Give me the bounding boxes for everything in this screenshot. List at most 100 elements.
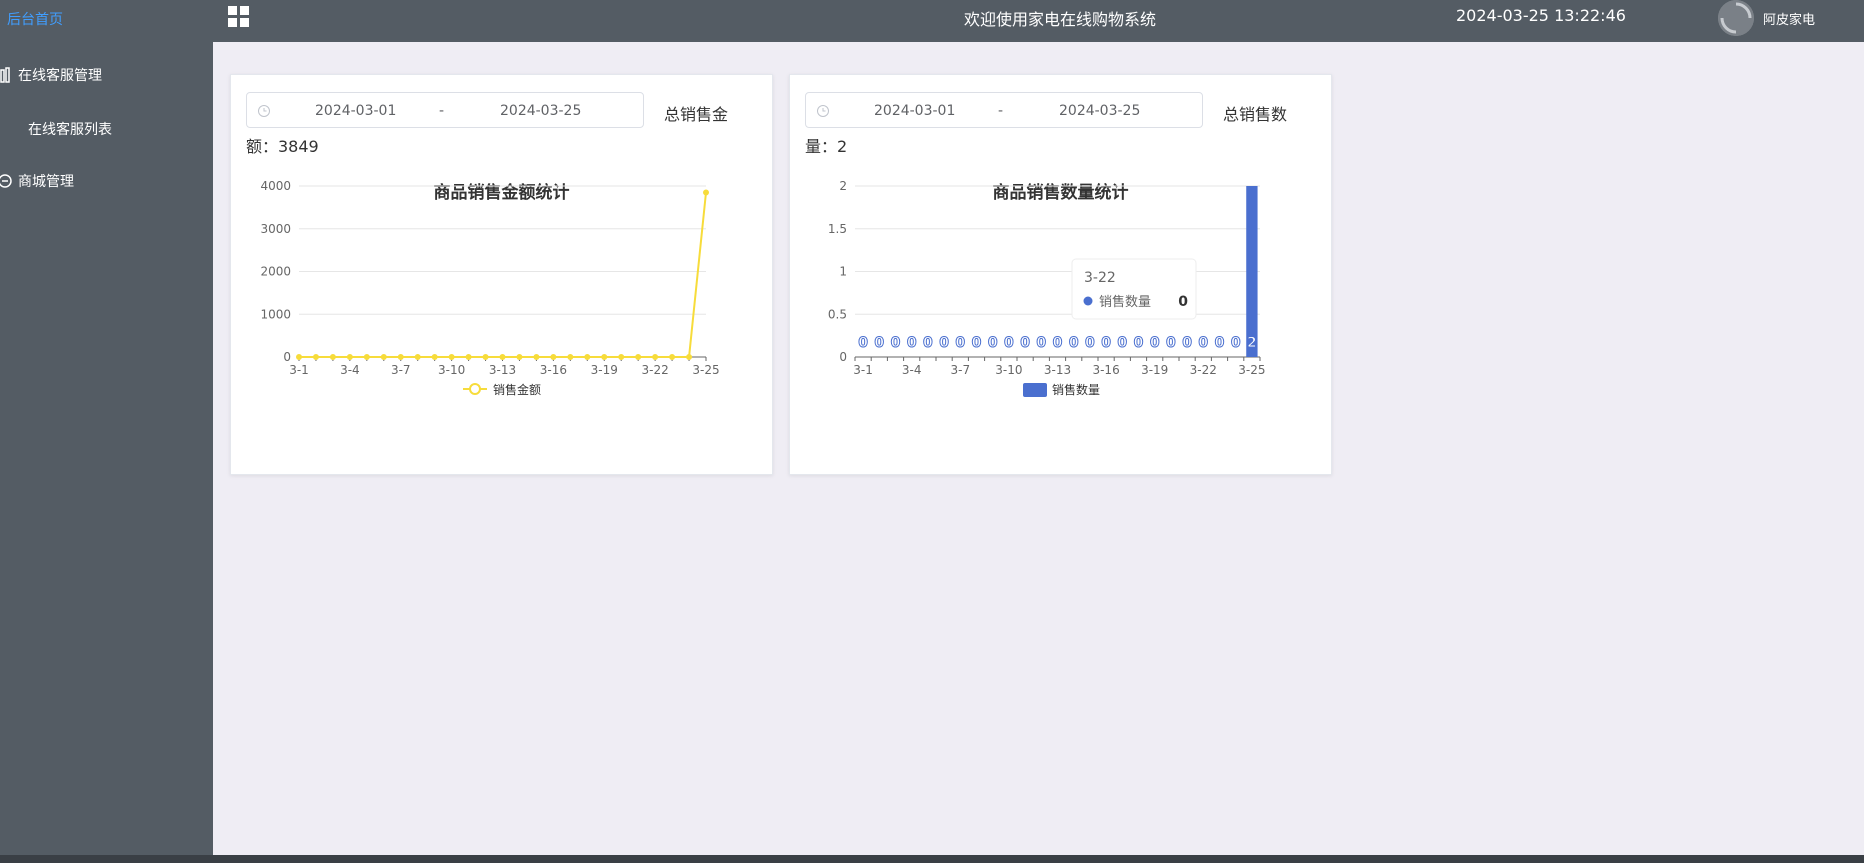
bar-data-label: 0 <box>1101 335 1111 351</box>
sidebar-item-mall[interactable]: 商城管理 <box>0 170 74 192</box>
total-sales-value: 额：3849 <box>246 137 319 156</box>
bar-data-label: 0 <box>907 335 917 351</box>
series-line <box>299 192 707 358</box>
bar-data-label: 0 <box>1198 335 1208 351</box>
y-tick-label: 2 <box>839 179 847 193</box>
bar-data-label: 0 <box>1085 335 1095 351</box>
data-point <box>329 354 336 360</box>
x-tick-label: 3-16 <box>1092 363 1119 377</box>
bottom-bar <box>0 855 1864 863</box>
sales-amount-card: 2024-03-01 - 2024-03-25 总销售金 额：3849 商品销售… <box>230 74 773 475</box>
tooltip-marker <box>1083 296 1093 306</box>
data-point <box>431 354 438 360</box>
x-tick-label: 3-4 <box>340 363 360 377</box>
date-separator: - <box>439 103 445 119</box>
y-tick-label: 1.5 <box>828 222 847 236</box>
start-date-input[interactable]: 2024-03-01 <box>874 103 955 119</box>
data-point <box>482 354 489 360</box>
date-range-picker[interactable]: 2024-03-01 - 2024-03-25 <box>805 92 1203 128</box>
x-tick-label: 3-7 <box>391 363 411 377</box>
bar <box>1246 186 1258 357</box>
date-range-picker[interactable]: 2024-03-01 - 2024-03-25 <box>246 92 644 128</box>
sidebar: 后台首页 在线客服管理 在线客服列表 商城管理 <box>0 0 213 863</box>
start-date-input[interactable]: 2024-03-01 <box>315 103 396 119</box>
bar-chart-icon <box>0 67 10 83</box>
sales-quantity-bar-chart: 商品销售数量统计00.511.520 0 0 0 0 0 0 0 0 0 0 0 0 0 0 0 0 0 0 0 0 0 0… <box>828 179 1266 397</box>
bar-data-label: 0 <box>1215 335 1225 351</box>
bar-data-label: 0 <box>874 335 884 351</box>
sidebar-item-customer-service[interactable]: 在线客服管理 <box>0 64 102 86</box>
data-point <box>516 354 523 360</box>
bar-data-label: 0 <box>858 335 868 351</box>
y-tick-label: 3000 <box>260 222 291 236</box>
avatar[interactable] <box>1718 0 1754 36</box>
bar-data-label: 0 <box>1150 335 1160 351</box>
bar-data-label: 0 <box>972 335 982 351</box>
bar-data-label: 0 <box>1182 335 1192 351</box>
clock-icon <box>258 105 270 117</box>
bar-data-label: 0 <box>923 335 933 351</box>
data-point <box>567 354 574 360</box>
date-separator: - <box>998 103 1004 119</box>
chart-title: 商品销售数量统计 <box>993 182 1129 203</box>
x-tick-label: 3-16 <box>540 363 567 377</box>
x-tick-label: 3-25 <box>1238 363 1265 377</box>
data-point <box>363 354 370 360</box>
bar-data-label: 0 <box>1117 335 1127 351</box>
end-date-input[interactable]: 2024-03-25 <box>500 103 581 119</box>
sidebar-item-label: 商城管理 <box>18 174 74 190</box>
x-tick-label: 3-1 <box>289 363 309 377</box>
minus-circle-icon <box>0 174 12 188</box>
y-tick-label: 4000 <box>260 179 291 193</box>
y-tick-label: 1 <box>839 265 847 279</box>
y-tick-label: 1000 <box>260 307 291 321</box>
bar-data-label: 0 <box>939 335 949 351</box>
data-point <box>533 354 540 360</box>
data-point <box>652 354 659 360</box>
x-tick-label: 3-19 <box>591 363 618 377</box>
bar-data-label: 0 <box>1231 335 1241 351</box>
bar-data-label: 0 <box>1036 335 1046 351</box>
bar-data-label: 0 <box>891 335 901 351</box>
end-date-input[interactable]: 2024-03-25 <box>1059 103 1140 119</box>
sidebar-item-label: 在线客服管理 <box>18 68 102 84</box>
y-tick-label: 0 <box>839 350 847 364</box>
data-point <box>346 354 353 360</box>
data-point <box>669 354 676 360</box>
bar-data-label: 0 <box>1020 335 1030 351</box>
page-title: 欢迎使用家电在线购物系统 <box>964 10 1157 29</box>
grid-menu-icon[interactable] <box>227 5 251 29</box>
header-datetime: 2024-03-25 13:22:46 <box>1456 6 1626 25</box>
total-sales-label: 总销售金 <box>664 105 729 124</box>
data-point <box>414 354 421 360</box>
x-tick-label: 3-19 <box>1141 363 1168 377</box>
x-tick-label: 3-25 <box>692 363 719 377</box>
bar-data-label: 0 <box>1004 335 1014 351</box>
legend-label: 销售金额 <box>493 382 541 397</box>
x-tick-label: 3-4 <box>902 363 922 377</box>
data-point <box>601 354 608 360</box>
sidebar-item-home[interactable]: 后台首页 <box>7 9 63 29</box>
bar-data-label: 2 <box>1247 335 1257 351</box>
x-tick-label: 3-7 <box>950 363 970 377</box>
tooltip-box <box>1071 258 1197 320</box>
x-tick-label: 3-22 <box>642 363 669 377</box>
tooltip-title: 3-22 <box>1084 270 1116 286</box>
bar-data-label: 0 <box>988 335 998 351</box>
sidebar-item-customer-service-list[interactable]: 在线客服列表 <box>28 119 112 139</box>
y-tick-label: 0.5 <box>828 307 847 321</box>
data-point <box>703 189 709 196</box>
avatar-icon <box>1718 0 1754 36</box>
legend-label: 销售数量 <box>1052 382 1100 397</box>
x-tick-label: 3-22 <box>1190 363 1217 377</box>
legend-swatch <box>1023 383 1047 397</box>
y-tick-label: 0 <box>283 350 291 364</box>
x-tick-label: 3-13 <box>489 363 516 377</box>
username[interactable]: 阿皮家电 <box>1763 9 1815 28</box>
bar-data-label: 0 <box>1069 335 1079 351</box>
legend-swatch-marker <box>469 383 481 395</box>
sales-amount-line-chart: 商品销售金额统计 0 1000 2000 3000 4000 3-1 3-4 3-7 3-10 3-… <box>260 179 719 397</box>
data-point <box>448 354 455 360</box>
chart-title: 商品销售金额统计 <box>434 182 570 203</box>
y-tick-label: 2000 <box>260 265 291 279</box>
